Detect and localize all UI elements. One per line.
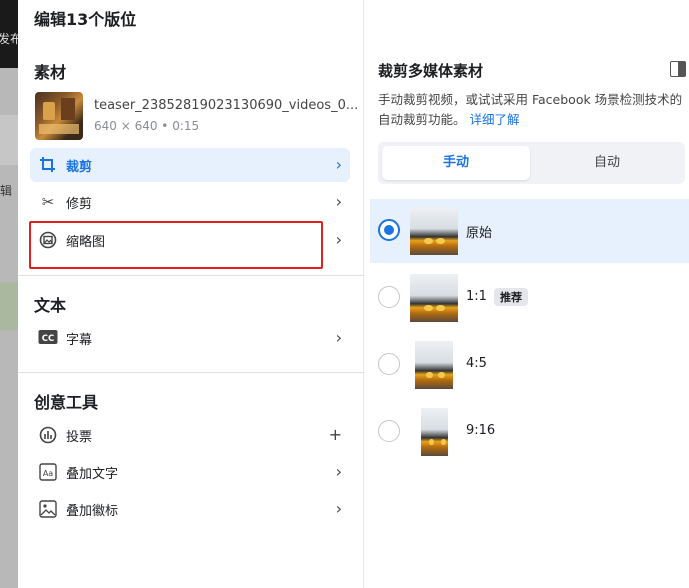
- chevron-right-icon: ›: [335, 230, 342, 249]
- chevron-right-icon: ›: [335, 499, 342, 518]
- right-panel: 裁剪多媒体素材 手动裁剪视频，或试试采用 Facebook 场景检测技术的自动裁…: [370, 0, 689, 588]
- crop-preview: [421, 408, 448, 456]
- tab-auto[interactable]: 自动: [533, 146, 681, 180]
- radio-button[interactable]: [378, 286, 400, 308]
- menu-item-poll[interactable]: 投票 +: [30, 418, 350, 452]
- edit-placements-dialog: 编辑13个版位 素材 teaser_23852819023130690_vide…: [18, 0, 689, 588]
- chevron-right-icon: ›: [335, 192, 342, 211]
- asset-card: teaser_23852819023130690_videos_0... 640…: [35, 92, 359, 142]
- crop-option-label: 4:5: [466, 356, 487, 371]
- chevron-right-icon: ›: [335, 328, 342, 347]
- menu-item-label: 投票: [66, 430, 93, 445]
- tab-manual[interactable]: 手动: [382, 146, 530, 180]
- background-page: 发布 辑: [0, 0, 18, 588]
- creative-tools-heading: 创意工具: [34, 393, 99, 412]
- menu-item-label: 修剪: [66, 197, 93, 212]
- crop-option-1-1[interactable]: 1:1 推荐: [370, 266, 689, 330]
- menu-item-captions[interactable]: CC 字幕 ›: [30, 321, 350, 355]
- asset-thumbnail: [35, 92, 83, 140]
- background-green-region: [0, 282, 18, 330]
- crop-preview: [410, 207, 458, 255]
- svg-text:Aa: Aa: [43, 469, 53, 478]
- menu-item-logo-overlay[interactable]: 叠加徽标 ›: [30, 492, 350, 526]
- svg-text:CC: CC: [42, 334, 54, 344]
- learn-more-link[interactable]: 详细了解: [470, 112, 520, 127]
- crop-option-label: 9:16: [466, 423, 496, 438]
- text-overlay-icon: Aa: [38, 463, 58, 481]
- thumbnail-highlight-box: [29, 221, 323, 269]
- crop-description: 手动裁剪视频，或试试采用 Facebook 场景检测技术的自动裁剪功能。 详细了…: [378, 92, 683, 127]
- crop-option-9-16[interactable]: 9:16: [370, 400, 689, 464]
- crop-option-original[interactable]: 原始: [370, 199, 689, 263]
- scissors-icon: ✂: [41, 193, 55, 211]
- crop-mode-tabs: 手动 自动: [378, 142, 685, 184]
- dialog-title: 编辑13个版位: [34, 10, 137, 29]
- menu-item-crop[interactable]: 裁剪 ›: [30, 148, 350, 182]
- menu-item-text-overlay[interactable]: Aa 叠加文字 ›: [30, 455, 350, 489]
- crop-icon: [38, 156, 58, 174]
- background-text: 辑: [0, 184, 13, 198]
- chevron-right-icon: ›: [335, 155, 342, 174]
- menu-item-label: 叠加文字: [66, 467, 119, 482]
- recommended-badge: 推荐: [494, 288, 528, 306]
- assets-heading: 素材: [34, 63, 67, 82]
- asset-name: teaser_23852819023130690_videos_0...: [94, 98, 359, 113]
- crop-panel-title: 裁剪多媒体素材: [378, 62, 484, 80]
- cc-icon: CC: [38, 329, 58, 347]
- background-dark-region: 发布: [0, 0, 18, 68]
- background-gray-region: [0, 115, 18, 165]
- crop-option-label: 原始: [466, 226, 493, 241]
- panel-toggle-icon[interactable]: [670, 61, 686, 77]
- logo-overlay-icon: [38, 500, 58, 518]
- poll-icon: [38, 426, 58, 444]
- menu-item-label: 叠加徽标: [66, 504, 119, 519]
- menu-item-label: 字幕: [66, 333, 93, 348]
- radio-button[interactable]: [378, 219, 400, 241]
- divider: [18, 275, 363, 276]
- crop-option-4-5[interactable]: 4:5: [370, 333, 689, 397]
- radio-button[interactable]: [378, 353, 400, 375]
- radio-button[interactable]: [378, 420, 400, 442]
- crop-option-label: 1:1: [466, 289, 487, 304]
- plus-icon: +: [328, 425, 342, 444]
- crop-preview: [415, 341, 453, 389]
- chevron-right-icon: ›: [335, 462, 342, 481]
- asset-meta: 640 × 640 • 0:15: [94, 119, 200, 133]
- divider: [18, 372, 363, 373]
- crop-preview: [410, 274, 458, 322]
- text-heading: 文本: [34, 296, 67, 315]
- left-panel: 编辑13个版位 素材 teaser_23852819023130690_vide…: [18, 0, 364, 588]
- menu-item-label: 裁剪: [66, 160, 93, 175]
- menu-item-trim[interactable]: ✂ 修剪 ›: [30, 185, 350, 219]
